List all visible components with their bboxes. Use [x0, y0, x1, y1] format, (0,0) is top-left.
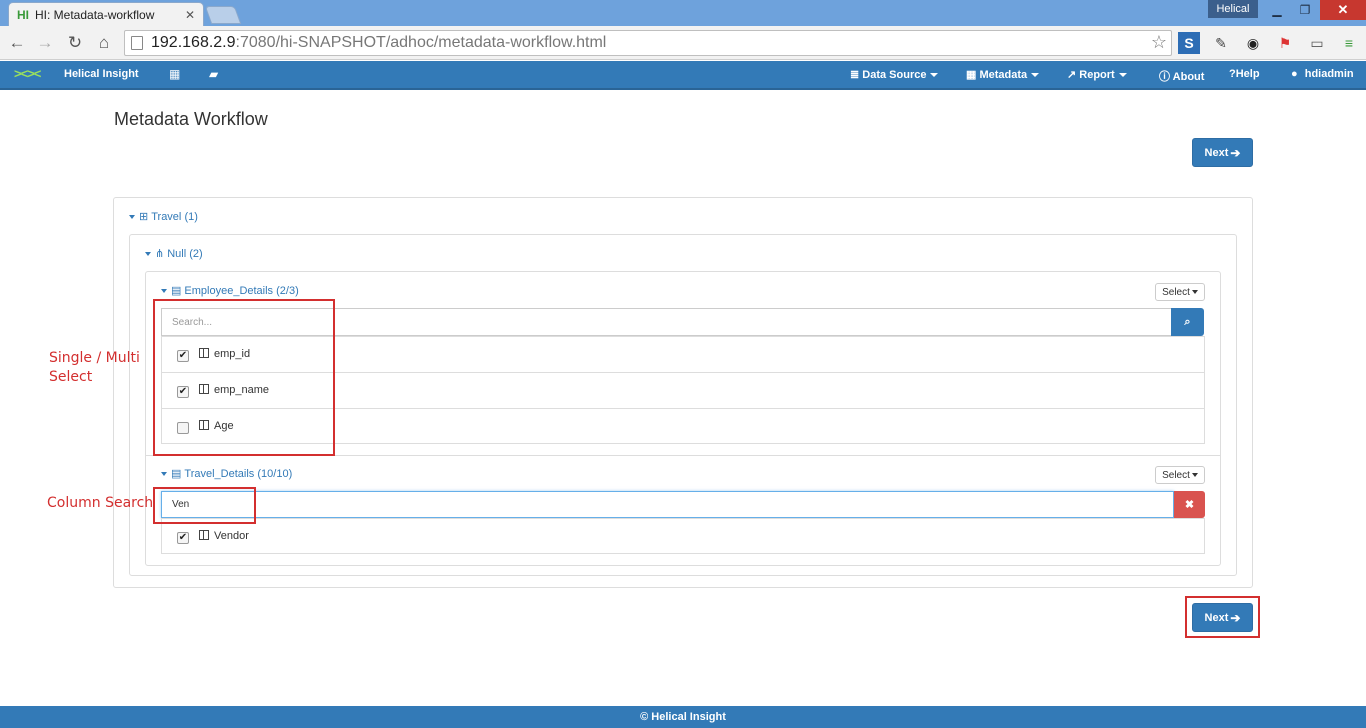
search-icon: ⌕: [1184, 315, 1191, 328]
minimize-icon[interactable]: ▁: [1264, 0, 1290, 20]
helical-logo-icon[interactable]: ><><: [14, 66, 50, 84]
select-dropdown-employee[interactable]: Select: [1155, 283, 1205, 301]
annotation-box-search: [153, 487, 256, 524]
app-navbar: ><>< Helical Insight ▦ ▰ ≣ Data Source ▦…: [0, 61, 1366, 90]
table-icon: ▤: [171, 285, 182, 297]
search-button[interactable]: ⌕: [1171, 308, 1204, 336]
collapse-caret-icon[interactable]: [145, 252, 151, 257]
footer: © Helical Insight: [0, 706, 1366, 728]
back-icon[interactable]: ←: [6, 32, 28, 54]
annotation-select-note: Single / Multi Select: [49, 350, 140, 385]
next-button-top[interactable]: Next ➔: [1192, 138, 1253, 167]
checkbox-checked[interactable]: ✔: [177, 532, 189, 544]
page-icon: [131, 36, 143, 50]
collapse-caret-icon[interactable]: [129, 215, 135, 220]
sitemap-icon: ⋔: [155, 248, 165, 260]
tab-title: HI: Metadata-workflow: [35, 7, 155, 22]
address-bar[interactable]: 192.168.2.9:7080/hi-SNAPSHOT/adhoc/metad…: [124, 30, 1172, 56]
window-close-icon[interactable]: ✕: [1320, 0, 1366, 20]
profile-badge[interactable]: Helical: [1208, 0, 1258, 18]
tree-node-travel[interactable]: ⊞ Travel (1): [129, 210, 198, 223]
nav-report[interactable]: ↗ Report: [1067, 68, 1127, 81]
clear-search-button[interactable]: ✖: [1174, 491, 1205, 518]
database-icon: ≣: [850, 69, 860, 81]
dashboard-grid-icon[interactable]: ▦: [169, 67, 180, 81]
info-icon: ⓘ: [1159, 71, 1170, 83]
column-list-travel: ✔ Vendor: [161, 518, 1205, 554]
bookmark-star-icon[interactable]: ☆: [1151, 32, 1167, 53]
tree-node-null[interactable]: ⋔ Null (2): [145, 247, 203, 260]
home-icon[interactable]: ⌂: [93, 32, 115, 54]
forward-icon[interactable]: →: [34, 32, 56, 54]
tree-node-employee-details[interactable]: ▤ Employee_Details (2/3): [161, 284, 299, 297]
column-label: Vendor: [214, 530, 249, 542]
tree-node-travel-details[interactable]: ▤ Travel_Details (10/10): [161, 467, 292, 480]
annotation-box-next: [1185, 596, 1260, 638]
user-icon: ●: [1291, 68, 1298, 80]
extension-s-icon[interactable]: S: [1178, 32, 1200, 54]
nav-about[interactable]: ⓘ About: [1159, 68, 1204, 84]
question-icon: ?: [1229, 68, 1236, 80]
collapse-caret-icon[interactable]: [161, 289, 167, 294]
browser-titlebar: HI HI: Metadata-workflow ✕ Helical ▁ ❐ ✕: [0, 0, 1366, 26]
menu-icon[interactable]: ≡: [1338, 32, 1360, 54]
new-tab-button[interactable]: [204, 6, 242, 24]
column-search-input-travel[interactable]: Ven: [161, 491, 1174, 518]
column-icon: [199, 530, 209, 540]
browser-toolbar: ← → ↻ ⌂ 192.168.2.9:7080/hi-SNAPSHOT/adh…: [0, 26, 1366, 60]
reload-icon[interactable]: ↻: [64, 32, 86, 54]
brand-name[interactable]: Helical Insight: [64, 68, 139, 80]
arrow-right-icon: ➔: [1230, 145, 1241, 160]
cast-icon[interactable]: ▭: [1306, 32, 1328, 54]
close-icon: ✖: [1184, 499, 1195, 511]
url-text: 192.168.2.9:7080/hi-SNAPSHOT/adhoc/metad…: [151, 34, 607, 51]
browser-tab[interactable]: HI HI: Metadata-workflow ✕: [8, 2, 204, 26]
extension-flag-icon[interactable]: ⚑: [1274, 32, 1296, 54]
nav-user[interactable]: ● hdiadmin: [1291, 68, 1354, 80]
nav-metadata[interactable]: ▦ Metadata: [966, 68, 1040, 81]
line-chart-icon: ↗: [1067, 69, 1077, 81]
nav-help[interactable]: ?Help: [1229, 68, 1260, 80]
map-icon: ⊞: [139, 211, 149, 223]
select-dropdown-travel[interactable]: Select: [1155, 466, 1205, 484]
annotation-box-select: [153, 299, 335, 456]
collapse-caret-icon[interactable]: [161, 472, 167, 477]
color-wheel-icon[interactable]: ◉: [1242, 32, 1264, 54]
folder-icon[interactable]: ▰: [209, 67, 218, 81]
eyedropper-icon[interactable]: ✎: [1210, 32, 1232, 54]
restore-icon[interactable]: ❐: [1292, 0, 1318, 20]
app-root: HI HI: Metadata-workflow ✕ Helical ▁ ❐ ✕…: [0, 0, 1366, 728]
list-item[interactable]: ✔ Vendor: [162, 519, 1204, 555]
page-title: Metadata Workflow: [114, 109, 268, 129]
table-icon: ▤: [171, 468, 182, 480]
favicon-icon: HI: [17, 7, 29, 22]
tab-close-icon[interactable]: ✕: [185, 8, 195, 22]
nav-data-source[interactable]: ≣ Data Source: [850, 68, 939, 81]
table-icon: ▦: [966, 69, 977, 81]
annotation-search-note: Column Search: [47, 495, 154, 511]
